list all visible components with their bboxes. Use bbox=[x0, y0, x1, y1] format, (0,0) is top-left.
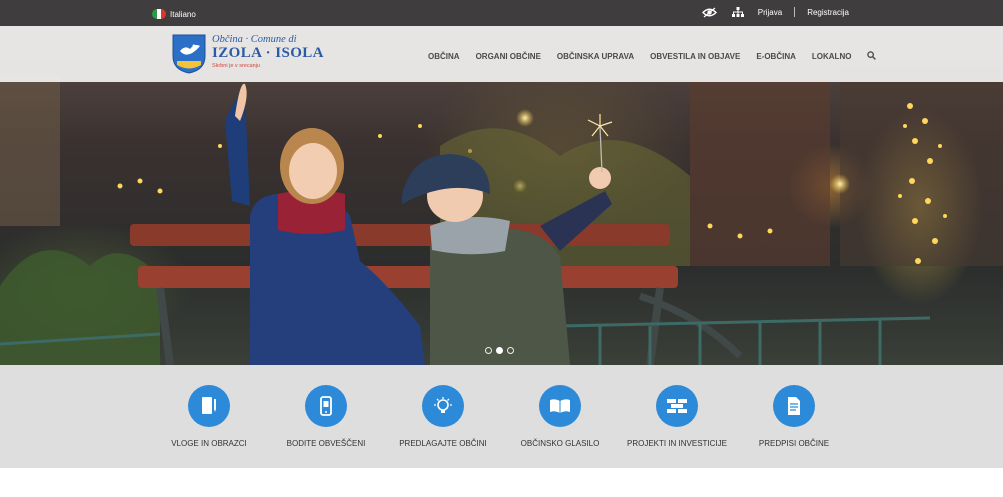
bricks-icon bbox=[656, 385, 698, 427]
logo-title: IZOLA · ISOLA bbox=[212, 45, 324, 61]
main-navbar: Občina · Comune di IZOLA · ISOLA Skrbni … bbox=[0, 26, 1003, 82]
language-label[interactable]: Italiano bbox=[170, 10, 196, 19]
service-label: OBČINSKO GLASILO bbox=[520, 439, 600, 448]
menu-item-obvestila-in-objave[interactable]: OBVESTILA IN OBJAVE bbox=[650, 52, 740, 61]
service-obcinsko-glasilo[interactable]: OBČINSKO GLASILO bbox=[500, 385, 620, 448]
accessibility-eye-icon[interactable] bbox=[702, 4, 718, 20]
service-label: VLOGE IN OBRAZCI bbox=[171, 439, 247, 448]
main-menu: OBČINA ORGANI OBČINE OBČINSKA UPRAVA OBV… bbox=[428, 51, 877, 62]
quick-services: VLOGE IN OBRAZCI BODITE OBVEŠČENI PREDLA… bbox=[0, 365, 1003, 468]
sitemap-icon[interactable] bbox=[730, 4, 746, 20]
site-logo[interactable]: Občina · Comune di IZOLA · ISOLA Skrbni … bbox=[172, 34, 324, 74]
service-label: PREDPISI OBČINE bbox=[758, 439, 830, 448]
top-bar: Italiano Prijava Registracija bbox=[0, 0, 1003, 26]
menu-item-obcina[interactable]: OBČINA bbox=[428, 52, 460, 61]
search-icon[interactable] bbox=[867, 51, 877, 62]
divider bbox=[794, 7, 796, 17]
login-link[interactable]: Prijava bbox=[758, 8, 782, 17]
document-icon bbox=[773, 385, 815, 427]
forms-icon bbox=[188, 385, 230, 427]
slider-dot-2[interactable] bbox=[496, 347, 503, 354]
phone-notification-icon bbox=[305, 385, 347, 427]
slider-pagination bbox=[485, 347, 514, 354]
service-projekti-in-investicije[interactable]: PROJEKTI IN INVESTICIJE bbox=[617, 385, 737, 448]
service-label: PREDLAGAJTE OBČINI bbox=[399, 439, 487, 448]
register-link[interactable]: Registracija bbox=[807, 8, 849, 17]
menu-item-obcinska-uprava[interactable]: OBČINSKA UPRAVA bbox=[557, 52, 634, 61]
service-vloge-in-obrazci[interactable]: VLOGE IN OBRAZCI bbox=[149, 385, 269, 448]
top-utility-links: Prijava Registracija bbox=[702, 4, 849, 20]
logo-subtitle: Občina · Comune di bbox=[212, 34, 297, 45]
menu-item-e-obcina[interactable]: E-OBČINA bbox=[756, 52, 796, 61]
service-label: BODITE OBVEŠČENI bbox=[286, 439, 366, 448]
menu-item-organi-obcine[interactable]: ORGANI OBČINE bbox=[476, 52, 541, 61]
menu-item-lokalno[interactable]: LOKALNO bbox=[812, 52, 852, 61]
service-predlagajte-obcini[interactable]: PREDLAGAJTE OBČINI bbox=[383, 385, 503, 448]
service-label: PROJEKTI IN INVESTICIJE bbox=[626, 439, 727, 448]
slider-dot-1[interactable] bbox=[485, 347, 492, 354]
service-predpisi-obcine[interactable]: PREDPISI OBČINE bbox=[734, 385, 854, 448]
lightbulb-icon bbox=[422, 385, 464, 427]
open-book-icon bbox=[539, 385, 581, 427]
service-bodite-obvesceni[interactable]: BODITE OBVEŠČENI bbox=[266, 385, 386, 448]
logo-tagline: Skrbni je v srecanju bbox=[212, 63, 260, 69]
coat-of-arms-icon bbox=[172, 34, 206, 74]
slider-dot-3[interactable] bbox=[507, 347, 514, 354]
language-switcher[interactable]: Italiano bbox=[152, 9, 196, 19]
italy-flag-icon bbox=[152, 9, 166, 19]
